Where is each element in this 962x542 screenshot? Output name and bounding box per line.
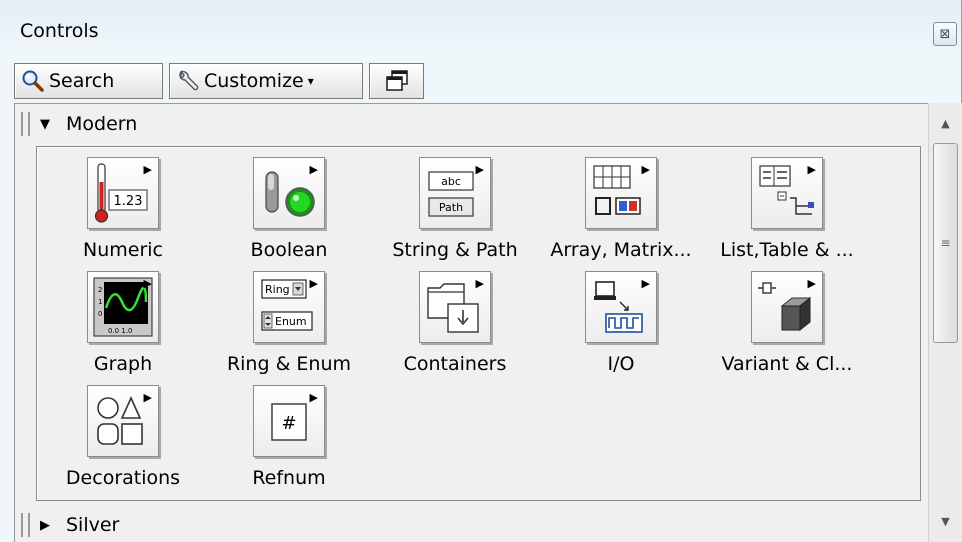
collapse-triangle-icon[interactable]: ▼ [40,117,66,132]
submenu-arrow-icon: ▶ [641,163,650,176]
submenu-arrow-icon: ▶ [475,277,484,290]
section-grip[interactable] [21,112,30,136]
controls-palette-window: Controls ⊠ Search Customize ▾ ▼ Modern 1… [0,0,962,542]
palette-item-label: Array, Matrix... [550,239,692,261]
arrow-down-icon: ▼ [941,514,950,528]
wrench-icon [179,69,199,91]
close-icon: ⊠ [939,26,951,42]
scroll-up-button[interactable]: ▲ [929,105,962,141]
submenu-arrow-icon: ▶ [309,163,318,176]
palette-item-label: Ring & Enum [226,353,352,375]
palette-item-label: Boolean [250,239,328,261]
string-path-icon: abc Path ▶ [419,157,491,229]
palette-item-containers[interactable]: ▶ Containers [375,265,535,385]
palette-item-string-path[interactable]: abc Path ▶ String & Path [375,151,535,271]
io-icon: ▶ [585,271,657,343]
palette-item-variant-class[interactable]: ▶ Variant & Cl... [707,265,867,385]
palette-panel: ▼ Modern 1.23 ▶ Numeric ▶ Boolean abc Pa… [14,103,928,542]
path-icon-text: Path [439,201,463,214]
submenu-arrow-icon: ▶ [309,277,318,290]
numeric-control-icon: 1.23 ▶ [87,157,159,229]
palette-item-label: Graph [93,353,153,375]
palette-item-label: Variant & Cl... [721,353,853,375]
palette-item-decorations[interactable]: ▶ Decorations [43,379,203,499]
palette-item-label: Refnum [252,467,326,489]
arrow-up-icon: ▲ [941,116,950,130]
expand-triangle-icon[interactable]: ▶ [40,518,66,533]
vertical-scrollbar[interactable]: ▲ ≡ ▼ [928,103,962,542]
palette-item-graph[interactable]: 2 1 0 0.0 1.0 ▶ Graph [43,265,203,385]
submenu-arrow-icon: ▶ [807,163,816,176]
palette-item-label: Decorations [65,467,181,489]
window-title: Controls [20,20,99,42]
search-icon [22,70,44,92]
palette-item-array-matrix[interactable]: ▶ Array, Matrix... [541,151,701,271]
section-label-silver: Silver [66,514,120,536]
submenu-arrow-icon: ▶ [641,277,650,290]
grip-icon: ≡ [940,236,951,250]
containers-icon: ▶ [419,271,491,343]
scrollbar-thumb[interactable]: ≡ [933,143,958,343]
submenu-arrow-icon: ▶ [143,277,152,290]
svg-text:2: 2 [98,286,102,294]
modern-palette-grid: 1.23 ▶ Numeric ▶ Boolean abc Path ▶ Stri… [36,146,921,501]
refnum-icon: # ▶ [253,385,325,457]
section-header-silver[interactable]: ▶ Silver [15,507,929,542]
title-bar[interactable]: Controls ⊠ [0,0,962,58]
palette-toolbar: Search Customize ▾ [14,63,424,99]
list-table-icon: ▶ [751,157,823,229]
palette-item-label: String & Path [392,239,518,261]
palette-item-boolean[interactable]: ▶ Boolean [209,151,369,271]
customize-button[interactable]: Customize ▾ [169,63,363,99]
ring-enum-icon: Ring Enum ▶ [253,271,325,343]
palette-item-ring-enum[interactable]: Ring Enum ▶ Ring & Enum [209,265,369,385]
restore-window-button[interactable] [369,63,424,99]
palette-item-numeric[interactable]: 1.23 ▶ Numeric [43,151,203,271]
svg-text:1: 1 [98,298,102,306]
variant-class-icon: ▶ [751,271,823,343]
submenu-arrow-icon: ▶ [143,163,152,176]
submenu-arrow-icon: ▶ [475,163,484,176]
customize-button-label: Customize [204,70,304,92]
svg-text:0: 0 [98,310,102,318]
palette-item-list-table[interactable]: ▶ List,Table & ... [707,151,867,271]
array-matrix-icon: ▶ [585,157,657,229]
palette-item-label: I/O [607,353,635,375]
enum-icon-text: Enum [275,315,307,328]
restore-window-icon [385,70,408,91]
palette-item-io[interactable]: ▶ I/O [541,265,701,385]
boolean-control-icon: ▶ [253,157,325,229]
palette-item-label: Numeric [83,239,163,261]
submenu-arrow-icon: ▶ [143,391,152,404]
submenu-arrow-icon: ▶ [807,277,816,290]
svg-text:0.0 1.0: 0.0 1.0 [108,327,133,335]
palette-item-label: Containers [403,353,507,375]
search-button[interactable]: Search [14,63,163,99]
scroll-down-button[interactable]: ▼ [929,503,962,539]
section-grip[interactable] [21,513,30,537]
search-button-label: Search [49,70,115,92]
section-header-modern[interactable]: ▼ Modern [15,106,929,142]
chevron-down-icon: ▾ [307,74,314,88]
ring-icon-text: Ring [265,283,290,296]
palette-item-refnum[interactable]: # ▶ Refnum [209,379,369,499]
numeric-icon-text: 1.23 [114,194,143,209]
submenu-arrow-icon: ▶ [309,391,318,404]
string-icon-text: abc [441,175,461,188]
close-button[interactable]: ⊠ [933,22,957,46]
section-label-modern: Modern [66,113,138,135]
refnum-icon-text: # [281,413,296,434]
palette-item-label: List,Table & ... [720,239,854,261]
decorations-icon: ▶ [87,385,159,457]
graph-icon: 2 1 0 0.0 1.0 ▶ [87,271,159,343]
